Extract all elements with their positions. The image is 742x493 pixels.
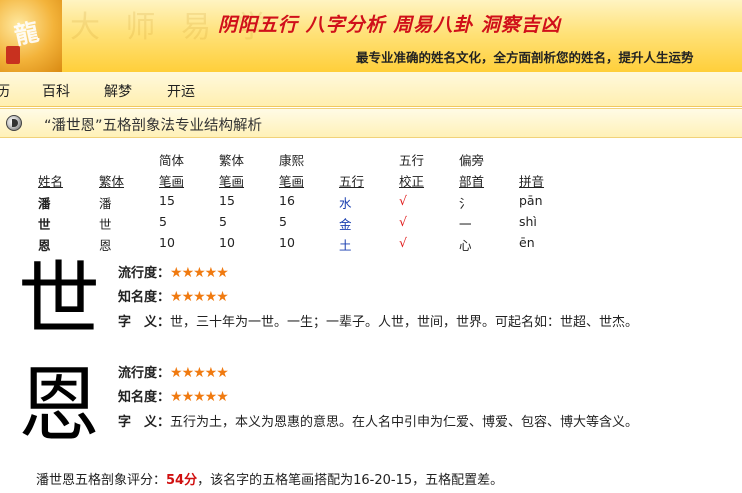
score-summary: 潘世恩五格剖象评分：54分，该名字的五格笔画搭配为16-20-15，五格配置差。	[36, 469, 503, 488]
row-trad: 恩	[99, 238, 112, 253]
section-title-bar: “潘世恩”五格剖象法专业结构解析	[0, 108, 742, 138]
popularity-row: 流行度：★★★★★	[118, 262, 229, 281]
popularity-stars-icon: ★★★★★	[170, 365, 229, 381]
row-radical: 一	[459, 217, 472, 232]
row-kangxi-strokes: 10	[279, 235, 295, 250]
row-name: 恩	[38, 238, 51, 253]
row-name: 潘	[38, 196, 51, 211]
fame-row: 知名度：★★★★★	[118, 286, 229, 305]
header-simplified: 简体	[159, 153, 185, 168]
section-title: “潘世恩”五格剖象法专业结构解析	[44, 118, 263, 134]
header-traditional: 繁体	[219, 153, 245, 168]
row-simp-strokes: 5	[159, 214, 167, 229]
row-kangxi-strokes: 5	[279, 214, 287, 229]
popularity-stars-icon: ★★★★★	[170, 265, 229, 281]
row-check: √	[399, 214, 407, 229]
col-radical: 部首	[459, 174, 485, 189]
row-trad: 世	[99, 217, 112, 232]
row-trad-strokes: 5	[219, 214, 227, 229]
col-correction: 校正	[399, 174, 425, 189]
header-banner: 龍 大 师 易 学 阴阳五行 八字分析 周易八卦 洞察吉凶 最专业准确的姓名文化…	[0, 0, 742, 72]
fame-label: 知名度：	[118, 290, 171, 305]
col-wuxing: 五行	[339, 174, 365, 189]
main-nav: 历 百科 解梦 开运	[0, 72, 742, 107]
popularity-label: 流行度：	[118, 366, 171, 381]
score-prefix: 潘世恩五格剖象评分：	[36, 473, 167, 488]
header-radical: 偏旁	[459, 153, 485, 168]
logo-seal	[6, 46, 20, 64]
row-pinyin: pān	[519, 193, 543, 208]
row-check: √	[399, 193, 407, 208]
meaning-label: 字 义：	[118, 315, 171, 330]
col-name: 姓名	[38, 174, 64, 189]
bullet-icon	[6, 115, 22, 131]
row-trad-strokes: 10	[219, 235, 235, 250]
row-kangxi-strokes: 16	[279, 193, 295, 208]
meaning-text: 五行为土，本义为恩惠的意思。在人名中引申为仁爱、博爱、包容、博大等含义。	[170, 415, 639, 430]
row-wuxing: 土	[339, 238, 352, 253]
row-name: 世	[38, 217, 51, 232]
popularity-row: 流行度：★★★★★	[118, 362, 229, 381]
col-kangxi-strokes: 笔画	[279, 174, 305, 189]
row-radical: 氵	[459, 196, 472, 211]
meaning-row: 字 义：五行为土，本义为恩惠的意思。在人名中引申为仁爱、博爱、包容、博大等含义。	[118, 411, 638, 430]
row-simp-strokes: 15	[159, 193, 175, 208]
score-value: 54分	[166, 473, 198, 488]
score-suffix: ，该名字的五格笔画搭配为16-20-15，五格配置差。	[197, 473, 504, 488]
header-tagline: 最专业准确的姓名文化，全方面剖析您的姓名，提升人生运势	[356, 50, 694, 65]
row-pinyin: ēn	[519, 235, 535, 250]
meaning-label: 字 义：	[118, 415, 171, 430]
char-display-en: 恩	[18, 358, 101, 453]
fame-stars-icon: ★★★★★	[170, 289, 229, 305]
header-kangxi: 康熙	[279, 153, 305, 168]
row-trad: 潘	[99, 196, 112, 211]
char-display-shi: 世	[18, 253, 101, 348]
popularity-label: 流行度：	[118, 266, 171, 281]
meaning-text: 世，三十年为一世。一生；一辈子。人世，世间，世界。可起名如：世超、世杰。	[170, 315, 639, 330]
col-traditional: 繁体	[99, 174, 125, 189]
fame-stars-icon: ★★★★★	[170, 389, 229, 405]
nav-item-fortune[interactable]: 开运	[167, 81, 195, 101]
row-wuxing: 水	[339, 196, 352, 211]
col-pinyin: 拼音	[519, 174, 545, 189]
row-simp-strokes: 10	[159, 235, 175, 250]
nav-item-calendar[interactable]: 历	[0, 81, 10, 101]
nav-item-dream[interactable]: 解梦	[104, 81, 132, 101]
site-logo[interactable]: 龍	[0, 0, 62, 72]
fame-row: 知名度：★★★★★	[118, 386, 229, 405]
row-wuxing: 金	[339, 217, 352, 232]
row-check: √	[399, 235, 407, 250]
fame-label: 知名度：	[118, 390, 171, 405]
col-simp-strokes: 笔画	[159, 174, 185, 189]
row-pinyin: shì	[519, 214, 537, 229]
header-wuxing: 五行	[399, 153, 425, 168]
row-trad-strokes: 15	[219, 193, 235, 208]
nav-item-encyclopedia[interactable]: 百科	[42, 81, 70, 101]
col-trad-strokes: 笔画	[219, 174, 245, 189]
meaning-row: 字 义：世，三十年为一世。一生；一辈子。人世，世间，世界。可起名如：世超、世杰。	[118, 311, 638, 330]
header-slogan: 阴阳五行 八字分析 周易八卦 洞察吉凶	[218, 14, 561, 36]
row-radical: 心	[459, 238, 472, 253]
